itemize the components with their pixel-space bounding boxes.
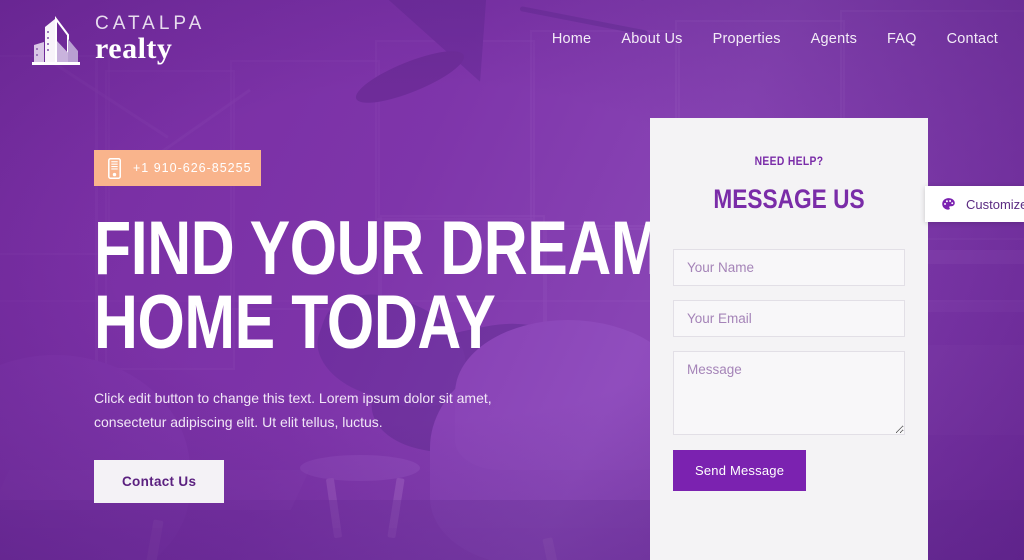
hero-paragraph: Click edit button to change this text. L… [94, 390, 492, 430]
customize-widget[interactable]: Customize [925, 186, 1024, 222]
site-header: CATALPA realty Home About Us Properties … [0, 0, 1024, 78]
hero-title-line-2: HOME TODAY [94, 279, 496, 365]
main-navigation: Home About Us Properties Agents FAQ Cont… [552, 31, 998, 47]
name-input[interactable] [673, 249, 905, 286]
logo-name-bottom: realty [95, 32, 173, 65]
email-field[interactable] [673, 300, 905, 337]
landing-page: CATALPA realty Home About Us Properties … [0, 0, 1024, 560]
nav-item-agents[interactable]: Agents [811, 31, 857, 47]
logo-wordmark: CATALPA realty [95, 14, 205, 64]
nav-item-contact[interactable]: Contact [947, 31, 998, 47]
nav-item-about-us[interactable]: About Us [621, 31, 682, 47]
customize-label: Customize [966, 196, 1024, 212]
hero-content: +1 910-626-85255 FIND YOUR DREAM HOME TO… [94, 150, 662, 503]
nav-item-home[interactable]: Home [552, 31, 591, 47]
message-textarea[interactable] [673, 351, 905, 435]
nav-item-faq[interactable]: FAQ [887, 31, 917, 47]
phone-number: +1 910-626-85255 [133, 161, 252, 175]
form-title: MESSAGE US [713, 184, 865, 214]
mobile-phone-icon [108, 157, 121, 179]
contact-us-button[interactable]: Contact Us [94, 459, 225, 503]
building-logo-icon [28, 13, 82, 65]
message-form-card: NEED HELP? MESSAGE US Send Message [650, 118, 928, 560]
form-eyebrow: NEED HELP? [754, 154, 824, 168]
nav-item-properties[interactable]: Properties [713, 31, 781, 47]
page-title: FIND YOUR DREAM HOME TODAY [94, 211, 662, 365]
logo-name-top: CATALPA [95, 13, 206, 34]
phone-badge[interactable]: +1 910-626-85255 [94, 150, 261, 186]
palette-icon [941, 197, 956, 212]
hero-title-line-1: FIND YOUR DREAM [94, 206, 662, 291]
send-message-button[interactable]: Send Message [673, 450, 807, 491]
site-logo[interactable]: CATALPA realty [28, 13, 205, 65]
